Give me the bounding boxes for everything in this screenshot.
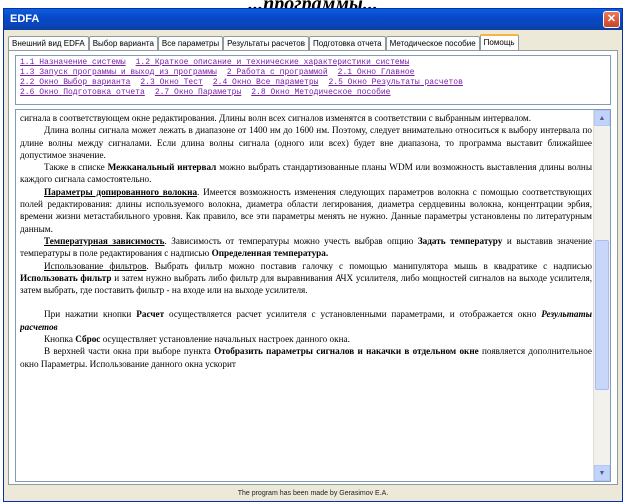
- status-bar: The program has been made by Gerasimov E…: [4, 487, 622, 501]
- paragraph: В верхней части окна при выборе пункта О…: [20, 346, 592, 369]
- tab-variant[interactable]: Выбор варианта: [88, 36, 158, 51]
- paragraph: Параметры допированного волокна. Имеется…: [20, 186, 592, 234]
- help-link[interactable]: 2.8 Окно Методическое пособие: [251, 88, 390, 97]
- help-link[interactable]: 2.5 Окно Результаты расчетов: [328, 78, 462, 87]
- paragraph: Использование фильтров. Выбрать фильтр м…: [20, 260, 592, 296]
- paragraph: Кнопка Сброс осуществляет установление н…: [44, 334, 350, 345]
- scroll-thumb[interactable]: [595, 240, 609, 390]
- tab-results[interactable]: Результаты расчетов: [223, 36, 309, 51]
- help-panel: 1.1 Назначение системы 1.2 Краткое описан…: [8, 50, 618, 485]
- window-title: EDFA: [10, 13, 40, 25]
- help-link[interactable]: 1.2 Краткое описание и технические харак…: [136, 58, 410, 67]
- tab-appearance[interactable]: Внешний вид EDFA: [8, 36, 89, 51]
- help-link[interactable]: 2.3 Окно Тест: [140, 78, 202, 87]
- paragraph: Также в списке Межканальный интервал мож…: [20, 162, 592, 185]
- vertical-scrollbar[interactable]: ▲ ▼: [593, 110, 610, 481]
- help-text-area[interactable]: сигнала в соответствующем окне редактиро…: [15, 109, 611, 482]
- scroll-down-icon[interactable]: ▼: [594, 465, 610, 481]
- help-link[interactable]: 1.1 Назначение системы: [20, 58, 126, 67]
- paragraph: сигнала в соответствующем окне редактиро…: [20, 113, 532, 123]
- help-link[interactable]: 2.2 Окно Выбор варианта: [20, 78, 130, 87]
- paragraph: Длина волны сигнала может лежать в диапа…: [20, 125, 592, 160]
- help-link[interactable]: 2 Работа с программой: [227, 68, 328, 77]
- help-links: 1.1 Назначение системы 1.2 Краткое описан…: [15, 55, 611, 105]
- help-text: сигнала в соответствующем окне редактиро…: [20, 112, 592, 481]
- help-link[interactable]: 1.3 Запуск программы и выход из программ…: [20, 68, 217, 77]
- paragraph: Температурная зависимость. Зависимость о…: [20, 235, 592, 259]
- edfa-window: EDFA ✕ Внешний вид EDFA Выбор варианта В…: [3, 8, 623, 502]
- title-bar: EDFA ✕: [4, 9, 622, 30]
- help-link[interactable]: 2.4 Окно Все параметры: [213, 78, 319, 87]
- tab-manual[interactable]: Методическое пособие: [385, 36, 480, 51]
- tab-all-params[interactable]: Все параметры: [157, 36, 224, 51]
- tab-report[interactable]: Подготовка отчета: [308, 36, 386, 51]
- scroll-up-icon[interactable]: ▲: [594, 110, 610, 126]
- help-link[interactable]: 2.7 Окно Параметры: [155, 88, 241, 97]
- help-link[interactable]: 2.1 Окно Главное: [338, 68, 415, 77]
- tab-bar: Внешний вид EDFA Выбор варианта Все пара…: [8, 34, 618, 52]
- paragraph: При нажатии кнопки Расчет осуществляется…: [20, 309, 592, 332]
- help-link[interactable]: 2.6 Окно Подготовка отчета: [20, 88, 145, 97]
- close-icon[interactable]: ✕: [603, 11, 620, 28]
